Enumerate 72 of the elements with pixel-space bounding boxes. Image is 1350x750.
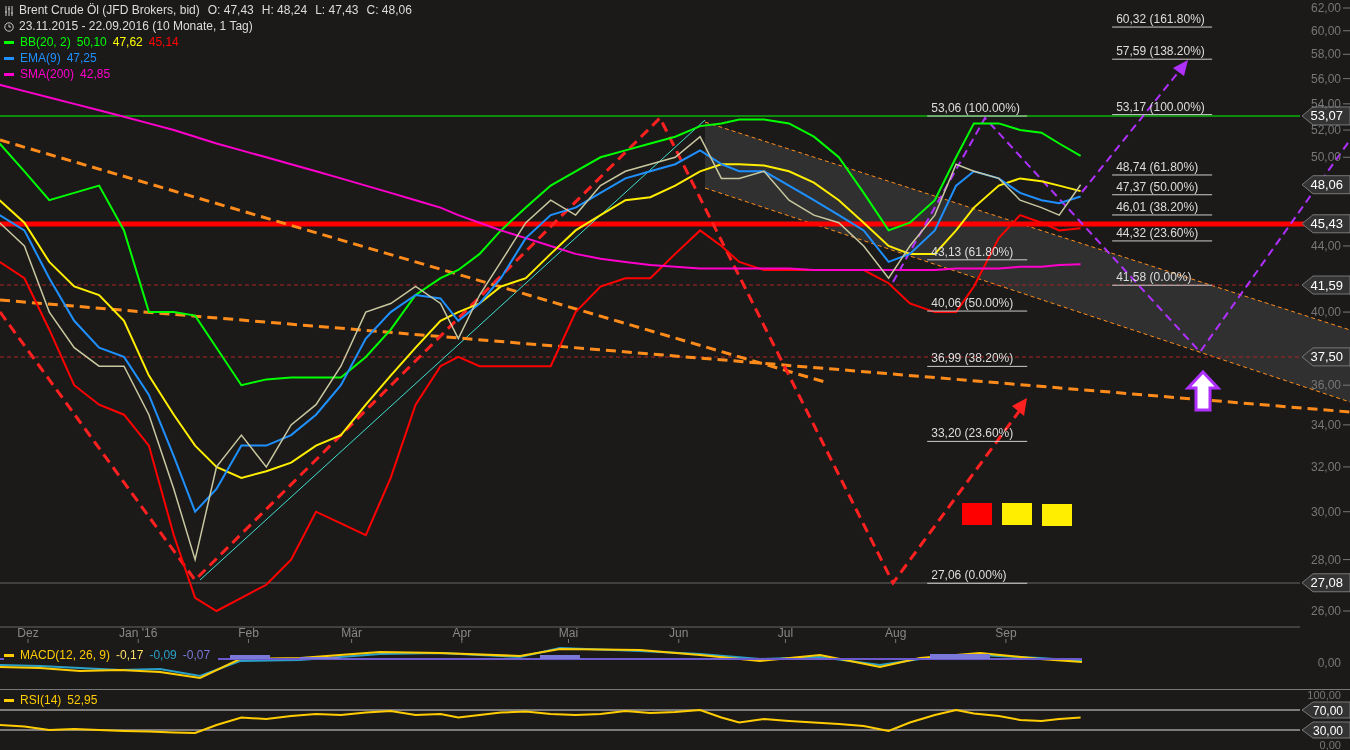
indicator-value: 50,10 <box>76 35 107 50</box>
indicator-value: 47,62 <box>112 35 143 50</box>
marker-square <box>1002 503 1032 525</box>
level-label: 53,06 (100.00%) <box>931 101 1020 116</box>
ohlc-value: C: 48,06 <box>366 3 412 18</box>
price-tag: 53,07 <box>1301 106 1350 126</box>
indicator-name: BB(20, 2) <box>20 35 71 50</box>
axis-label: 34,00 <box>1310 417 1341 432</box>
axis-label: Apr <box>452 626 472 640</box>
level-label: 27,06 (0.00%) <box>931 568 1007 583</box>
price-tag: 41,59 <box>1301 275 1350 295</box>
axis-label: Jun <box>669 626 689 640</box>
level-label: 53,17 (100.00%) <box>1116 99 1205 114</box>
ohlc-value: L: 47,43 <box>315 3 359 18</box>
axis-label: Aug <box>885 626 907 640</box>
axis-label: Sep <box>995 626 1017 640</box>
indicator-value: 42,85 <box>80 67 111 82</box>
indicator-name: MACD(12, 26, 9) <box>20 648 111 663</box>
axis-label: 26,00 <box>1310 604 1341 618</box>
axis-label: 62,00 <box>1310 1 1341 15</box>
indicator-value: 47,25 <box>66 51 97 66</box>
level-label: 46,01 (38.20%) <box>1116 199 1199 214</box>
price-tag: 45,43 <box>1301 214 1350 234</box>
axis-label: 36,00 <box>1310 378 1341 393</box>
level-label: 41,58 (0.00%) <box>1116 270 1192 285</box>
level-label: 36,99 (38.20%) <box>931 351 1014 366</box>
level-label: 40,06 (50.00%) <box>931 296 1014 311</box>
price-tag: 27,08 <box>1301 573 1350 593</box>
axis-label: 0,00 <box>1319 739 1341 750</box>
level-label: 48,74 (61.80%) <box>1116 159 1199 174</box>
indicator-value: -0,07 <box>182 648 211 663</box>
indicator-value: -0,09 <box>149 648 177 663</box>
level-label: 47,37 (50.00%) <box>1116 179 1199 194</box>
level-label: 60,32 (161.80%) <box>1116 12 1205 27</box>
ohlc-value: O: 47,43 <box>207 3 254 18</box>
instrument-title: Brent Crude Öl (JFD Brokers, bid) <box>19 3 200 18</box>
axis-label: Jan '16 <box>119 626 158 640</box>
axis-label: Mär <box>341 626 362 640</box>
level-tag: 30,00 <box>1301 721 1350 739</box>
axis-label: 28,00 <box>1310 552 1341 567</box>
period-text: 23.11.2015 - 22.09.2016 (10 Monate, 1 Tag) <box>19 19 253 34</box>
level-tag: 70,00 <box>1301 701 1350 719</box>
chart-settings-icon[interactable] <box>4 5 14 16</box>
level-label: 44,32 (23.60%) <box>1116 225 1199 240</box>
axis-label: 40,00 <box>1310 305 1341 320</box>
axis-label: 52,00 <box>1310 123 1341 138</box>
clock-icon <box>4 21 14 32</box>
axis-label: 60,00 <box>1310 23 1341 38</box>
axis-label: 32,00 <box>1310 459 1341 474</box>
axis-label: 58,00 <box>1310 47 1341 62</box>
indicator-name: RSI(14) <box>20 693 62 708</box>
indicator-value: -0,17 <box>116 648 144 663</box>
price-tag: 48,06 <box>1301 175 1350 195</box>
level-label: 33,20 (23.60%) <box>931 426 1014 441</box>
axis-label: 30,00 <box>1310 504 1341 519</box>
axis-label: Feb <box>238 626 259 640</box>
axis-label: 44,00 <box>1310 238 1341 253</box>
level-label: 57,59 (138.20%) <box>1116 44 1205 59</box>
marker-square <box>1042 504 1072 526</box>
indicator-name: SMA(200) <box>20 67 75 82</box>
axis-label: 100,00 <box>1307 690 1341 701</box>
marker-square <box>962 503 992 525</box>
axis-label: 56,00 <box>1310 71 1341 86</box>
axis-label: Dez <box>17 626 39 640</box>
up-arrow-icon <box>1184 369 1222 412</box>
indicator-value: 45,14 <box>148 35 179 50</box>
indicator-name: EMA(9) <box>20 51 61 66</box>
axis-label: Jul <box>777 626 794 640</box>
axis-label: Mai <box>558 626 579 640</box>
indicator-value: 52,95 <box>67 693 98 708</box>
axis-label: 0,00 <box>1317 655 1341 672</box>
ohlc-value: H: 48,24 <box>261 3 308 18</box>
